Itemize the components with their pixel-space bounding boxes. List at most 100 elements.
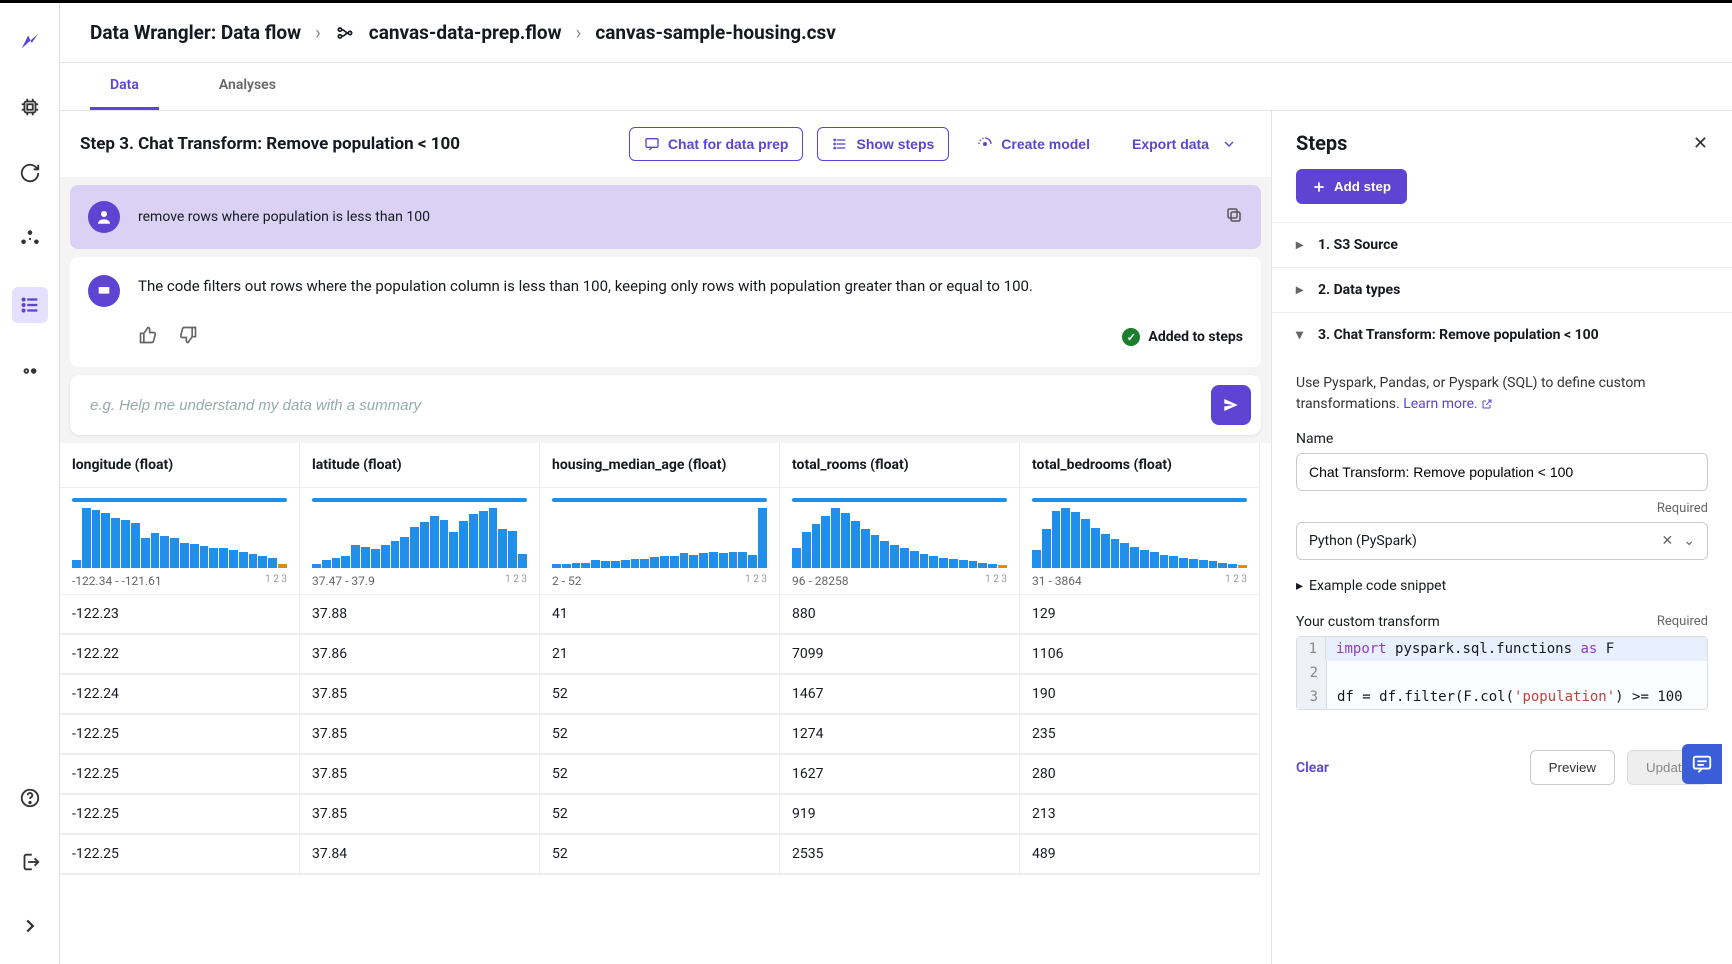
check-icon: ✓ bbox=[1122, 328, 1140, 346]
flow-icon bbox=[335, 23, 355, 43]
chat-button-label: Chat for data prep bbox=[668, 136, 789, 152]
table-cell: 37.85 bbox=[300, 755, 539, 794]
chevron-down-icon[interactable]: ⌄ bbox=[1683, 533, 1695, 549]
learn-more-link[interactable]: Learn more. bbox=[1403, 396, 1493, 412]
toolbar: Step 3. Chat Transform: Remove populatio… bbox=[60, 111, 1271, 177]
column-header[interactable]: total_bedrooms (float)31 - 38641 2 3 bbox=[1020, 443, 1260, 595]
step-title: Step 3. Chat Transform: Remove populatio… bbox=[80, 134, 615, 154]
steps-panel: Steps ✕ Add step ▸1. S3 Source ▸2. Data … bbox=[1272, 111, 1732, 964]
create-model-button[interactable]: Create model bbox=[963, 128, 1104, 160]
logout-icon[interactable] bbox=[12, 844, 48, 880]
table-cell: -122.24 bbox=[60, 675, 299, 714]
table-row[interactable]: -122.2537.8552919213 bbox=[60, 795, 1271, 835]
left-nav bbox=[0, 3, 60, 964]
breadcrumb-root[interactable]: Data Wrangler: Data flow bbox=[90, 21, 301, 44]
step-1[interactable]: ▸1. S3 Source bbox=[1272, 222, 1732, 267]
table-cell: 919 bbox=[780, 795, 1019, 834]
breadcrumb-file[interactable]: canvas-sample-housing.csv bbox=[595, 21, 836, 44]
added-to-steps: ✓ Added to steps bbox=[1122, 328, 1243, 346]
table-row[interactable]: -122.2537.85521627280 bbox=[60, 755, 1271, 795]
name-input[interactable] bbox=[1296, 453, 1708, 491]
chevron-right-icon: › bbox=[315, 21, 321, 44]
tab-analyses[interactable]: Analyses bbox=[199, 63, 296, 110]
column-header[interactable]: latitude (float)37.47 - 37.91 2 3 bbox=[300, 443, 540, 595]
table-row[interactable]: -122.2237.862170991106 bbox=[60, 635, 1271, 675]
language-select[interactable]: Python (PySpark) ✕ ⌄ bbox=[1296, 522, 1708, 560]
panel-title: Steps bbox=[1296, 131, 1693, 155]
table-cell: 489 bbox=[1020, 835, 1259, 874]
table-cell: -122.25 bbox=[60, 755, 299, 794]
table-row[interactable]: -122.2537.84522535489 bbox=[60, 835, 1271, 875]
user-message-text: remove rows where population is less tha… bbox=[138, 209, 430, 225]
chat-for-data-prep-button[interactable]: Chat for data prep bbox=[629, 127, 804, 161]
dots-icon[interactable] bbox=[12, 353, 48, 389]
table-cell: 37.88 bbox=[300, 595, 539, 634]
export-data-button[interactable]: Export data bbox=[1118, 128, 1251, 160]
expand-icon[interactable] bbox=[12, 908, 48, 944]
export-label: Export data bbox=[1132, 136, 1209, 152]
chat-input-row bbox=[70, 375, 1261, 435]
data-table: longitude (float)-122.34 - -121.611 2 3l… bbox=[60, 443, 1271, 964]
thumbs-down-icon[interactable] bbox=[178, 325, 198, 349]
refresh-icon[interactable] bbox=[12, 155, 48, 191]
column-header[interactable]: total_rooms (float)96 - 282581 2 3 bbox=[780, 443, 1020, 595]
table-cell: 7099 bbox=[780, 635, 1019, 674]
helper-text: Use Pyspark, Pandas, or Pyspark (SQL) to… bbox=[1296, 373, 1708, 415]
add-step-button[interactable]: Add step bbox=[1296, 169, 1407, 204]
added-label: Added to steps bbox=[1148, 329, 1243, 345]
table-cell: 1106 bbox=[1020, 635, 1259, 674]
chat-area: remove rows where population is less tha… bbox=[60, 177, 1271, 443]
custom-transform-label: Your custom transform bbox=[1296, 614, 1440, 630]
table-cell: 41 bbox=[540, 595, 779, 634]
preview-button[interactable]: Preview bbox=[1530, 750, 1615, 785]
close-icon[interactable]: ✕ bbox=[1693, 133, 1708, 154]
logo-icon[interactable] bbox=[12, 23, 48, 59]
step-3[interactable]: ▾3. Chat Transform: Remove population < … bbox=[1272, 312, 1732, 357]
list-icon[interactable] bbox=[12, 287, 48, 323]
table-cell: -122.22 bbox=[60, 635, 299, 674]
tab-data[interactable]: Data bbox=[90, 63, 159, 110]
bot-avatar-icon bbox=[88, 275, 120, 307]
chat-input[interactable] bbox=[80, 387, 1211, 424]
table-cell: 37.85 bbox=[300, 675, 539, 714]
chip-icon[interactable] bbox=[12, 89, 48, 125]
thumbs-up-icon[interactable] bbox=[138, 325, 158, 349]
table-cell: 280 bbox=[1020, 755, 1259, 794]
table-cell: 190 bbox=[1020, 675, 1259, 714]
table-cell: 1467 bbox=[780, 675, 1019, 714]
name-label: Name bbox=[1296, 431, 1708, 447]
send-button[interactable] bbox=[1211, 385, 1251, 425]
add-step-label: Add step bbox=[1334, 179, 1391, 194]
required-1: Required bbox=[1296, 501, 1708, 516]
table-cell: -122.25 bbox=[60, 795, 299, 834]
example-snippet-toggle[interactable]: ▸ Example code snippet bbox=[1296, 578, 1708, 594]
table-row[interactable]: -122.2337.8841880129 bbox=[60, 595, 1271, 635]
column-header[interactable]: longitude (float)-122.34 - -121.611 2 3 bbox=[60, 443, 300, 595]
table-row[interactable]: -122.2537.85521274235 bbox=[60, 715, 1271, 755]
star-icon[interactable] bbox=[12, 221, 48, 257]
clear-select-icon[interactable]: ✕ bbox=[1662, 533, 1674, 549]
tabs: Data Analyses bbox=[60, 63, 1732, 111]
show-steps-label: Show steps bbox=[856, 136, 934, 152]
code-editor[interactable]: 1import pyspark.sql.functions as F 2 3df… bbox=[1296, 636, 1708, 710]
clear-button[interactable]: Clear bbox=[1296, 760, 1518, 776]
floating-chat-icon[interactable] bbox=[1682, 744, 1722, 784]
show-steps-button[interactable]: Show steps bbox=[817, 127, 949, 161]
breadcrumb-flow[interactable]: canvas-data-prep.flow bbox=[369, 21, 562, 44]
snippet-label: Example code snippet bbox=[1309, 578, 1446, 594]
table-cell: 52 bbox=[540, 675, 779, 714]
step-1-label: 1. S3 Source bbox=[1318, 237, 1398, 253]
column-header[interactable]: housing_median_age (float)2 - 521 2 3 bbox=[540, 443, 780, 595]
table-cell: 52 bbox=[540, 715, 779, 754]
language-value: Python (PySpark) bbox=[1309, 533, 1652, 549]
table-row[interactable]: -122.2437.85521467190 bbox=[60, 675, 1271, 715]
table-cell: 880 bbox=[780, 595, 1019, 634]
table-cell: 52 bbox=[540, 835, 779, 874]
table-cell: 37.86 bbox=[300, 635, 539, 674]
help-icon[interactable] bbox=[12, 780, 48, 816]
step-2[interactable]: ▸2. Data types bbox=[1272, 267, 1732, 312]
table-cell: 1627 bbox=[780, 755, 1019, 794]
copy-icon[interactable] bbox=[1225, 206, 1243, 228]
table-cell: 52 bbox=[540, 755, 779, 794]
table-cell: 129 bbox=[1020, 595, 1259, 634]
